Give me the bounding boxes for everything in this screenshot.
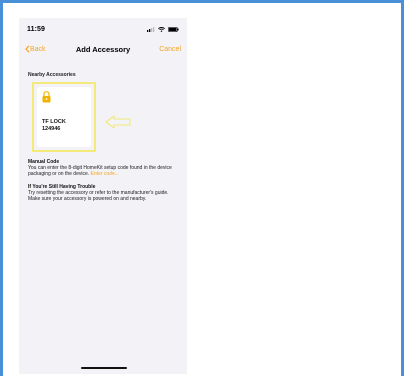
status-bar: 11:59 <box>19 18 187 40</box>
phone-screen: 11:59 Back Add Accessory Cancel Nearby A… <box>19 18 187 374</box>
accessory-card: TF LOCK 124946 <box>37 87 91 147</box>
cancel-button[interactable]: Cancel <box>159 46 181 53</box>
status-icons <box>147 26 179 32</box>
manual-code-text: You can enter the 8-digit HomeKit setup … <box>28 165 186 177</box>
accessory-code: 124946 <box>42 126 61 132</box>
arrow-left-icon <box>105 115 131 129</box>
status-time: 11:59 <box>27 25 46 33</box>
back-button[interactable]: Back <box>25 45 46 53</box>
lock-icon <box>42 91 51 103</box>
navigation-bar: Back Add Accessory Cancel <box>19 40 187 58</box>
accessory-tile[interactable]: TF LOCK 124946 <box>32 82 96 152</box>
back-label: Back <box>30 45 46 53</box>
enter-code-link[interactable]: Enter code... <box>91 171 119 177</box>
nearby-accessories-heading: Nearby Accessories <box>28 72 76 78</box>
wifi-icon <box>158 26 165 32</box>
accessory-name: TF LOCK <box>42 119 66 125</box>
manual-code-section: Manual Code You can enter the 8-digit Ho… <box>28 159 186 177</box>
signal-icon <box>147 26 155 32</box>
home-indicator <box>81 367 127 369</box>
trouble-text-2: Make sure your accessory is powered on a… <box>28 196 147 202</box>
trouble-section: If You're Still Having Trouble Try reset… <box>28 184 186 202</box>
battery-icon <box>168 26 179 32</box>
